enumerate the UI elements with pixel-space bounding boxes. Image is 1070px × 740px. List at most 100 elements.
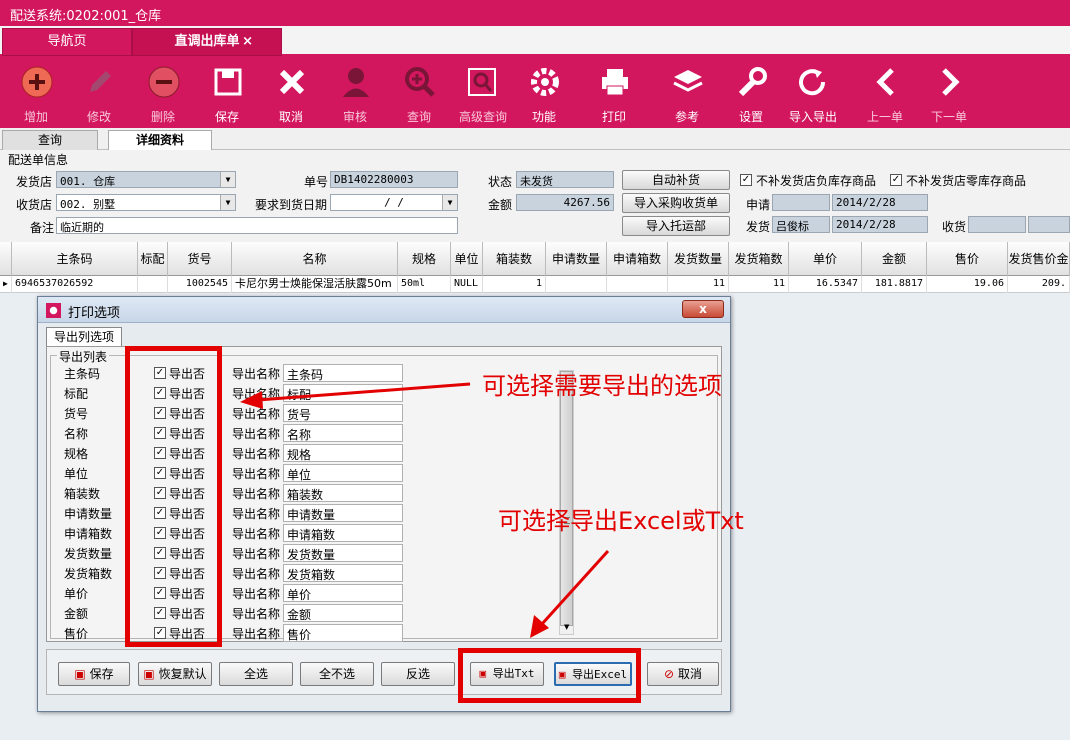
table-cell[interactable]: 卡尼尔男士焕能保湿活肤露50m — [232, 276, 398, 293]
scrollbar-thumb[interactable] — [560, 371, 573, 626]
select-none-button[interactable]: 全不选 — [300, 662, 374, 686]
reference-button[interactable]: 参考 — [658, 56, 716, 128]
table-cell[interactable]: 50ml — [398, 276, 451, 293]
save-button[interactable]: ▣ 保存 — [58, 662, 130, 686]
restore-default-button[interactable]: ▣ 恢复默认 — [138, 662, 212, 686]
column-header[interactable]: 货号 — [168, 242, 232, 276]
chevron-down-icon[interactable]: ▼ — [220, 172, 235, 187]
column-header[interactable]: 发货数量 — [668, 242, 729, 276]
column-header[interactable]: 标配 — [138, 242, 168, 276]
column-header[interactable]: 金额 — [862, 242, 927, 276]
export-name-input[interactable]: 箱装数 — [283, 484, 403, 502]
column-header[interactable]: 申请箱数 — [607, 242, 668, 276]
export-name-input[interactable]: 名称 — [283, 424, 403, 442]
table-cell[interactable]: NULL — [451, 276, 483, 293]
table-cell[interactable]: 181.8817 — [862, 276, 927, 293]
query-button[interactable]: 查询 — [390, 56, 448, 128]
export-name-input[interactable]: 主条码 — [283, 364, 403, 382]
required-date-field[interactable]: / / ▼ — [330, 194, 458, 211]
column-header[interactable]: 名称 — [232, 242, 398, 276]
export-name-input[interactable]: 售价 — [283, 624, 403, 642]
save-button[interactable]: 保存 — [198, 56, 256, 128]
invert-selection-button[interactable]: 反选 — [381, 662, 455, 686]
toolbar: 增加 修改 删除 保存 取消 审核 查询 高级查询 功能 打印 参考 设置 导入… — [0, 56, 1070, 128]
tab-navigation[interactable]: 导航页 — [2, 28, 132, 56]
add-button[interactable]: 增加 — [7, 56, 65, 128]
column-header[interactable]: 申请数量 — [546, 242, 607, 276]
column-header[interactable]: 规格 — [398, 242, 451, 276]
table-row[interactable]: ▶ 6946537026592 1002545 卡尼尔男士焕能保湿活肤露50m … — [0, 276, 1070, 293]
receiver-field[interactable]: 002. 别墅 ▼ — [56, 194, 236, 211]
column-header[interactable]: 发货售价金 — [1008, 242, 1070, 276]
checkbox-no-negative-stock[interactable]: ✓ — [740, 174, 752, 186]
table-cell[interactable]: 19.06 — [927, 276, 1008, 293]
auto-replenish-button[interactable]: 自动补货 — [622, 170, 730, 190]
function-button[interactable]: 功能 — [515, 56, 573, 128]
column-header[interactable]: 单位 — [451, 242, 483, 276]
import-export-button[interactable]: 导入导出 — [782, 56, 844, 128]
chevron-down-icon[interactable]: ▼ — [220, 195, 235, 210]
table-cell[interactable]: 209. — [1008, 276, 1070, 293]
next-order-button[interactable]: 下一单 — [920, 56, 978, 128]
table-cell[interactable]: 6946537026592 — [12, 276, 138, 293]
tab-query[interactable]: 查询 — [2, 130, 98, 150]
table-cell[interactable] — [607, 276, 668, 293]
export-name-label: 导出名称 — [232, 587, 281, 601]
audit-button[interactable]: 审核 — [326, 56, 384, 128]
export-name-input[interactable]: 规格 — [283, 444, 403, 462]
settings-button[interactable]: 设置 — [722, 56, 780, 128]
export-name-input[interactable]: 申请数量 — [283, 504, 403, 522]
sender-field[interactable]: 001. 仓库 ▼ — [56, 171, 236, 188]
close-icon[interactable]: × — [242, 29, 253, 55]
table-cell[interactable]: 11 — [668, 276, 729, 293]
table-cell[interactable] — [546, 276, 607, 293]
export-name-label: 导出名称 — [232, 507, 281, 521]
table-cell[interactable]: 1 — [483, 276, 546, 293]
print-button[interactable]: 打印 — [585, 56, 643, 128]
column-header[interactable]: 发货箱数 — [729, 242, 789, 276]
highlight-box-export-buttons — [458, 648, 641, 703]
edit-button[interactable]: 修改 — [70, 56, 128, 128]
note-field[interactable]: 临近期的 — [56, 217, 458, 234]
chevron-down-icon[interactable]: ▼ — [442, 195, 457, 210]
export-field-row: 单价 ✓ 导出否 导出名称 单价 — [38, 584, 558, 605]
column-header[interactable]: 主条码 — [12, 242, 138, 276]
checkbox-no-zero-stock[interactable]: ✓ — [890, 174, 902, 186]
field-name: 单价 — [64, 587, 89, 601]
receive-label: 收货 — [942, 220, 967, 234]
scroll-down-icon[interactable]: ▼ — [564, 623, 569, 631]
table-cell[interactable]: 16.5347 — [789, 276, 862, 293]
import-purchase-button[interactable]: 导入采购收货单 — [622, 193, 730, 213]
row-pointer-icon: ▶ — [0, 276, 12, 293]
close-button[interactable]: x — [682, 300, 724, 318]
table-cell[interactable]: 11 — [729, 276, 789, 293]
export-name-input[interactable]: 单价 — [283, 584, 403, 602]
field-name: 规格 — [64, 447, 89, 461]
export-name-input[interactable]: 申请箱数 — [283, 524, 403, 542]
select-all-button[interactable]: 全选 — [219, 662, 293, 686]
column-header[interactable]: 箱装数 — [483, 242, 546, 276]
table-cell[interactable]: 1002545 — [168, 276, 232, 293]
export-name-input[interactable]: 发货数量 — [283, 544, 403, 562]
table-cell[interactable] — [138, 276, 168, 293]
import-consign-button[interactable]: 导入托运部 — [622, 216, 730, 236]
export-name-input[interactable]: 单位 — [283, 464, 403, 482]
column-header[interactable]: 售价 — [927, 242, 1008, 276]
cancel-button[interactable]: ⊘ 取消 — [647, 662, 719, 686]
export-name-input[interactable]: 标配 — [283, 384, 403, 402]
delete-button[interactable]: 删除 — [134, 56, 192, 128]
tab-details[interactable]: 详细资料 — [108, 130, 212, 150]
previous-order-button[interactable]: 上一单 — [856, 56, 914, 128]
export-name-label: 导出名称 — [232, 487, 281, 501]
tab-export-columns[interactable]: 导出列选项 — [46, 327, 122, 347]
cancel-button[interactable]: 取消 — [262, 56, 320, 128]
advanced-query-button[interactable]: 高级查询 — [452, 56, 514, 128]
column-header[interactable]: 单价 — [789, 242, 862, 276]
export-name-label: 导出名称 — [232, 367, 281, 381]
export-name-input[interactable]: 金额 — [283, 604, 403, 622]
tab-transfer-order[interactable]: 直调出库单 × — [132, 28, 282, 56]
order-no-field[interactable]: DB1402280003 — [330, 171, 458, 188]
export-name-input[interactable]: 货号 — [283, 404, 403, 422]
field-name: 金额 — [64, 607, 89, 621]
export-name-input[interactable]: 发货箱数 — [283, 564, 403, 582]
